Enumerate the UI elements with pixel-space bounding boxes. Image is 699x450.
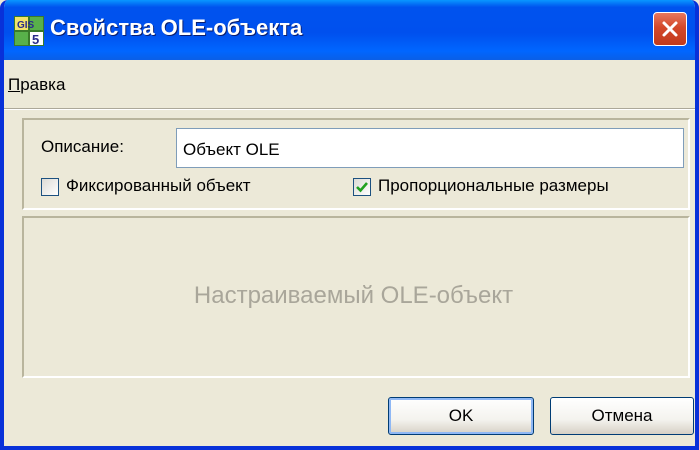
menu-edit-mnemonic: П [8,75,21,94]
ole-properties-dialog: GIS 5 Свойства OLE-объекта Правка Описан… [0,0,699,450]
close-button[interactable] [653,12,687,46]
svg-text:GIS: GIS [17,20,35,31]
menu-edit-label: равка [20,75,66,94]
checkmark-icon [356,182,368,193]
proportional-sizes-label[interactable]: Пропорциональные размеры [378,176,609,196]
menu-separator [4,108,695,110]
title-bar[interactable]: GIS 5 Свойства OLE-объекта [4,0,695,60]
menu-edit[interactable]: Правка [8,75,65,95]
menu-bar: Правка [4,60,695,108]
description-field[interactable]: Объект OLE [176,128,684,168]
ole-object-placeholder: Настраиваемый OLE-объект [193,282,514,309]
fixed-object-checkbox[interactable] [41,178,59,196]
ok-button[interactable]: OK [388,397,534,435]
fixed-object-label[interactable]: Фиксированный объект [66,176,251,196]
gis-app-icon: GIS 5 [14,16,44,46]
window-title: Свойства OLE-объекта [50,15,303,40]
close-icon [662,21,678,37]
cancel-button[interactable]: Отмена [550,397,694,435]
description-label: Описание: [41,137,124,156]
proportional-sizes-checkbox[interactable] [353,178,371,196]
svg-text:5: 5 [32,32,39,46]
